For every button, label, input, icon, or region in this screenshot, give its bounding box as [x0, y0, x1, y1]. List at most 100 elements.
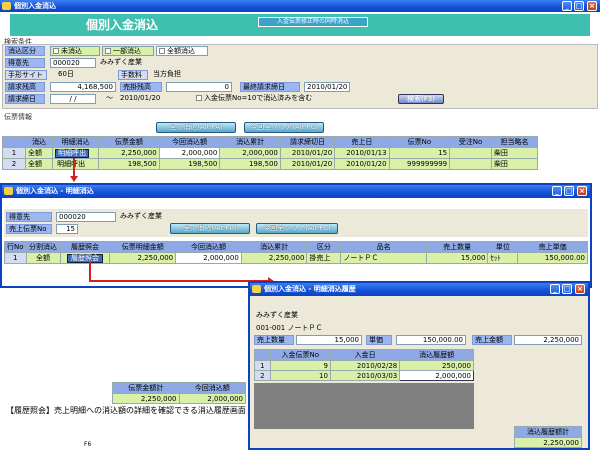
row-number: 1: [4, 252, 27, 264]
maximize-button[interactable]: □: [562, 284, 572, 294]
r-kingaku-value: 2,250,000: [514, 335, 582, 345]
rireki-button[interactable]: 履歴照会: [66, 253, 103, 263]
tokuisaki-code-input[interactable]: 000020: [50, 58, 96, 68]
include-checkbox[interactable]: 入金伝票No=10で消込済みを含む: [196, 94, 312, 103]
footer-total-table: 伝票金額計 今回消込額 2,250,000 2,000,000: [112, 382, 246, 404]
m-tokuisaki-name: みみずく産業: [120, 212, 162, 220]
shime-from-input[interactable]: / /: [50, 94, 96, 104]
close-button[interactable]: ×: [587, 1, 597, 11]
rireki-table: 入金伝票No 入金日 消込履歴額 1 9 2010/02/28 250,000 …: [254, 349, 474, 381]
arrow-line-v: [89, 262, 91, 282]
shime-to-input[interactable]: 2010/01/20: [118, 94, 164, 104]
r-tanka-label: 単価: [366, 335, 392, 345]
kubun-cell: 全額: [24, 158, 54, 170]
col-header: 品名: [340, 241, 427, 253]
urikake-value: 0: [166, 82, 232, 92]
meisai-call-button[interactable]: 明細呼出: [55, 148, 90, 158]
checkbox-box: [196, 95, 202, 101]
meisai-call-button[interactable]: 明細呼出: [55, 161, 87, 168]
rireki-total-table: 消込履歴額計 2,250,000: [514, 426, 582, 448]
row-number: 2: [254, 370, 271, 381]
konkai-input[interactable]: 198,500: [158, 158, 221, 170]
kubun-cell: 全額: [24, 147, 54, 159]
m-clear-all-button[interactable]: 今回全クリア(Alt+C): [256, 223, 338, 234]
app-icon: [4, 187, 13, 195]
foot-header: 伝票金額計: [112, 382, 180, 394]
r-kingaku-label: 売上金額: [472, 335, 512, 345]
table-row[interactable]: 1 全額 明細呼出 2,250,000 2,000,000 2,000,000 …: [2, 147, 539, 159]
close-button[interactable]: ×: [577, 186, 587, 196]
shime-label: 請求締日: [5, 94, 45, 104]
search-button[interactable]: 検索(F3): [398, 94, 444, 104]
table-row[interactable]: 1 全額 履歴照会 2,250,000 2,000,000 2,250,000 …: [4, 252, 588, 264]
maximize-button[interactable]: □: [564, 186, 574, 196]
m-tokuisaki-code: 000020: [56, 212, 116, 222]
checkbox-box: [105, 48, 111, 54]
tanto-cell: 柴田: [490, 158, 539, 170]
clear-all-button[interactable]: 今回全クリア(Alt+C): [244, 122, 324, 133]
total-header: 消込履歴額計: [514, 426, 582, 438]
arrow-line-h: [89, 280, 271, 282]
konkai-input[interactable]: 2,000,000: [158, 147, 221, 159]
col-header: 受注No: [449, 136, 492, 148]
m-tokuisaki-label: 得意先: [6, 212, 52, 222]
col-header: 請求締切日: [279, 136, 336, 148]
kubun-zengaku-checkbox[interactable]: 全額消込: [156, 46, 208, 56]
minimize-button[interactable]: _: [550, 284, 560, 294]
rireki-window: 個別入金消込 - 明細消込履歴 _ □ × みみずく産業 001-001 ノート…: [248, 281, 590, 450]
note-text: 【履歴照会】売上明細への消込額の詳細を確認できる消込履歴画面: [6, 406, 246, 415]
tanka-cell: 150,000.00: [517, 252, 588, 264]
m-denpyo-label: 売上伝票No: [6, 224, 52, 234]
foot-kingaku: 2,250,000: [112, 393, 180, 404]
minimize-button[interactable]: _: [562, 1, 572, 11]
tegata-label: 手形サイト: [5, 70, 47, 80]
kingaku-cell: 198,500: [98, 158, 160, 170]
meisai-title: 個別入金消込 - 明細消込: [16, 187, 94, 195]
col-header: 伝票金額: [98, 136, 160, 148]
table-row[interactable]: 2 全額 明細呼出 198,500 198,500 198,500 2010/0…: [2, 158, 539, 170]
amount-cell: 250,000: [399, 360, 474, 371]
minimize-button[interactable]: _: [552, 186, 562, 196]
rireki-title: 個別入金消込 - 明細消込履歴: [264, 285, 356, 293]
table-header: 入金伝票No 入金日 消込履歴額: [254, 349, 474, 361]
main-titlebar: 個別入金消込 _ □ ×: [0, 0, 600, 12]
col-header: 消込累計: [240, 241, 308, 253]
last-shime-value: 2010/01/20: [304, 82, 350, 92]
kubun-label: 消込区分: [5, 46, 45, 56]
ruikei-cell: 2,000,000: [219, 147, 281, 159]
all-keshikomi-button[interactable]: 全て消込(Alt+A): [156, 122, 236, 133]
uriage-cell: 2010/01/13: [334, 147, 390, 159]
urikake-label: 売掛残高: [120, 82, 162, 92]
kingaku-cell: 2,250,000: [98, 147, 160, 159]
col-header: 伝票明細金額: [109, 241, 177, 253]
table-row[interactable]: 2 10 2010/03/03 2,000,000: [254, 370, 474, 381]
col-header: 区分: [306, 241, 342, 253]
ruikei-cell: 198,500: [219, 158, 281, 170]
seikyu-label: 請求残高: [5, 82, 45, 92]
window-title: 個別入金消込: [14, 2, 56, 10]
r-suryo-label: 売上数量: [254, 335, 294, 345]
col-header: 入金日: [329, 349, 401, 361]
table-row[interactable]: 1 9 2010/02/28 250,000: [254, 360, 474, 371]
close-button[interactable]: ×: [575, 284, 585, 294]
kubun-ichibu-checkbox[interactable]: 一部消込: [102, 46, 154, 56]
suryo-cell: 15,000: [425, 252, 489, 264]
meisai-table: 行No 分割消込 履歴照会 伝票明細金額 今回消込額 消込累計 区分 品名 売上…: [4, 241, 588, 264]
arrow-head: [70, 176, 78, 182]
fkey-label: F6: [84, 441, 92, 448]
amount-cell: 2,000,000: [399, 370, 474, 381]
col-header: 入金伝票No: [269, 349, 331, 361]
m-all-keshikomi-button[interactable]: 全て消込(Alt+A): [170, 223, 250, 234]
kubun-mi-checkbox[interactable]: 未消込: [50, 46, 100, 56]
date-cell: 2010/03/03: [329, 370, 401, 381]
konkai-input[interactable]: 2,000,000: [175, 252, 242, 264]
col-header: 単位: [487, 241, 519, 253]
col-header: 消込: [24, 136, 54, 148]
col-header: 今回消込額: [158, 136, 221, 148]
col-header: 伝票No: [388, 136, 451, 148]
col-header: 分割消込: [25, 241, 61, 253]
col-header: 消込累計: [219, 136, 281, 148]
maximize-button[interactable]: □: [574, 1, 584, 11]
row-number: 2: [2, 158, 26, 170]
total-value: 2,250,000: [514, 437, 582, 448]
